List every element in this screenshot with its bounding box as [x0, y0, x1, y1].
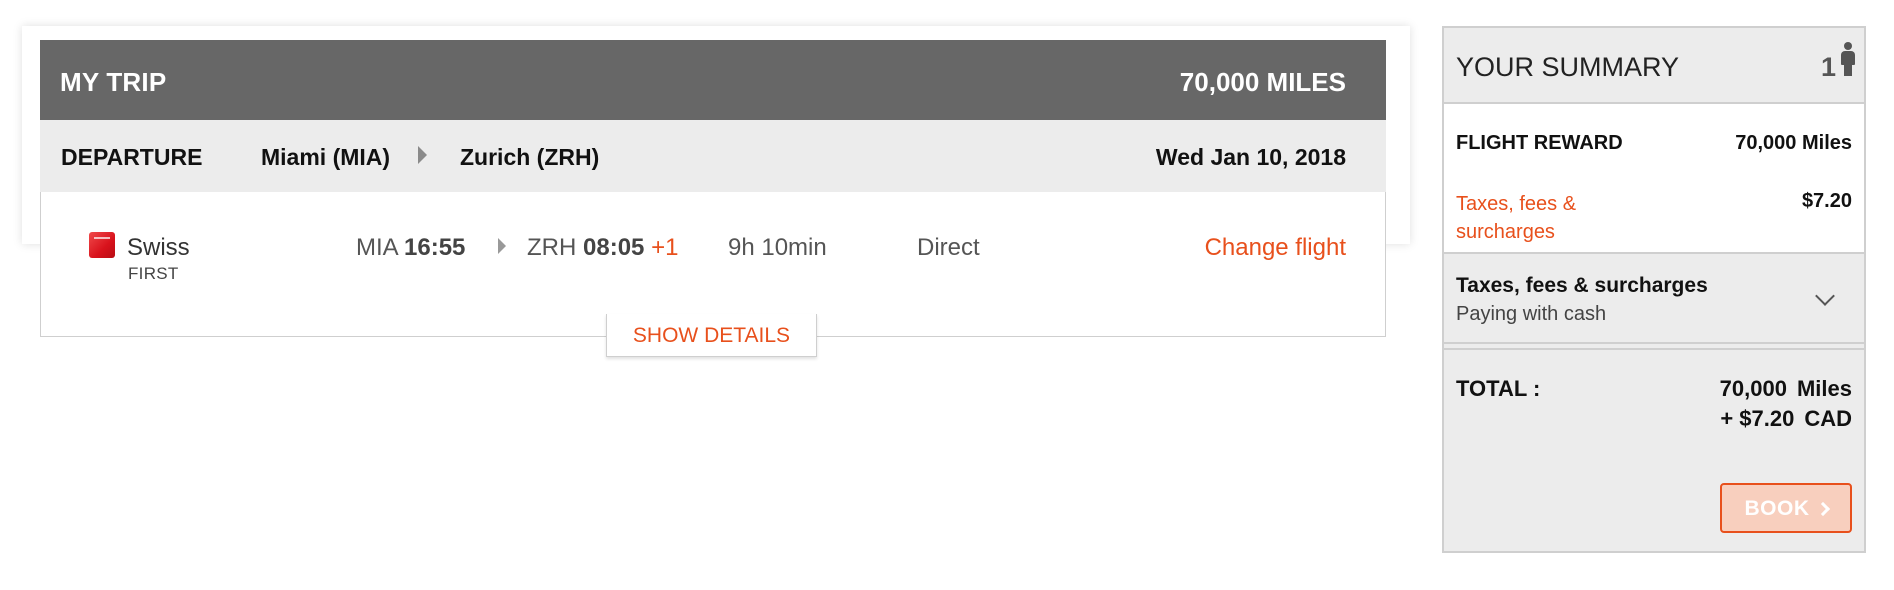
- show-details-button[interactable]: SHOW DETAILS: [606, 314, 817, 357]
- flight-stops: Direct: [917, 234, 980, 261]
- taxes-value: $7.20: [1801, 190, 1852, 212]
- book-label: BOOK: [1744, 497, 1810, 520]
- chevron-right-icon: [498, 238, 506, 254]
- total-miles-unit: Miles: [1796, 376, 1852, 401]
- chevron-down-icon[interactable]: [1815, 286, 1835, 306]
- flight-duration: 9h 10min: [728, 234, 827, 261]
- flight-reward-label: FLIGHT REWARD: [1456, 132, 1623, 154]
- flight-reward-value: 70,000 Miles: [1735, 132, 1852, 154]
- airline-name: Swiss: [127, 234, 190, 261]
- total-box: TOTAL : 70,000 Miles + $7.20 CAD BOOK: [1444, 348, 1864, 551]
- arrival-time: ZRH 08:05 +1: [527, 234, 678, 262]
- chevron-right-icon: [1815, 501, 1830, 517]
- departure-time-value: 16:55: [404, 234, 466, 261]
- chevron-right-icon: [418, 146, 427, 164]
- swiss-logo-icon: [89, 232, 115, 258]
- trip-total-miles: 70,000 MILES: [1179, 67, 1346, 97]
- summary-panel: YOUR SUMMARY 1 FLIGHT REWARD 70,000 Mile…: [1442, 26, 1866, 553]
- total-label: TOTAL :: [1456, 376, 1541, 401]
- person-icon: [1841, 42, 1855, 76]
- summary-title: YOUR SUMMARY: [1456, 52, 1680, 82]
- taxes-accordion-subtitle: Paying with cash: [1456, 303, 1607, 325]
- taxes-accordion[interactable]: Taxes, fees & surcharges Paying with cas…: [1444, 256, 1864, 344]
- taxes-accordion-title: Taxes, fees & surcharges: [1456, 274, 1708, 297]
- change-flight-link[interactable]: Change flight: [1205, 234, 1346, 262]
- total-cash: + $7.20 CAD: [1720, 406, 1852, 432]
- passenger-count: 1: [1820, 52, 1836, 82]
- departure-date: Wed Jan 10, 2018: [1155, 144, 1346, 170]
- trip-header: MY TRIP 70,000 MILES: [40, 40, 1386, 120]
- cabin-class: FIRST: [128, 264, 179, 283]
- departure-code: MIA: [356, 234, 398, 261]
- flight-row: Swiss FIRST MIA 16:55 ZRH 08:05 +1 9h 10…: [40, 192, 1386, 296]
- total-miles: 70,000 Miles: [1720, 376, 1852, 402]
- arrival-code: ZRH: [527, 234, 577, 261]
- departure-label: DEPARTURE: [61, 144, 203, 170]
- book-button[interactable]: BOOK: [1720, 483, 1852, 533]
- origin-city: Miami (MIA): [261, 144, 391, 170]
- taxes-link[interactable]: Taxes, fees & surcharges: [1456, 190, 1616, 246]
- day-offset: +1: [651, 234, 679, 261]
- total-cash-unit: CAD: [1804, 406, 1852, 431]
- reward-box: FLIGHT REWARD 70,000 Miles Taxes, fees &…: [1444, 104, 1864, 254]
- total-miles-value: 70,000: [1719, 376, 1787, 401]
- trip-title: MY TRIP: [60, 67, 167, 97]
- arrival-time-value: 08:05: [583, 234, 645, 261]
- departure-row: DEPARTURE Miami (MIA) Zurich (ZRH) Wed J…: [40, 120, 1386, 192]
- destination-city: Zurich (ZRH): [460, 144, 600, 170]
- summary-header: YOUR SUMMARY 1: [1444, 28, 1864, 104]
- total-cash-value: + $7.20: [1720, 406, 1795, 431]
- departure-time: MIA 16:55: [356, 234, 465, 262]
